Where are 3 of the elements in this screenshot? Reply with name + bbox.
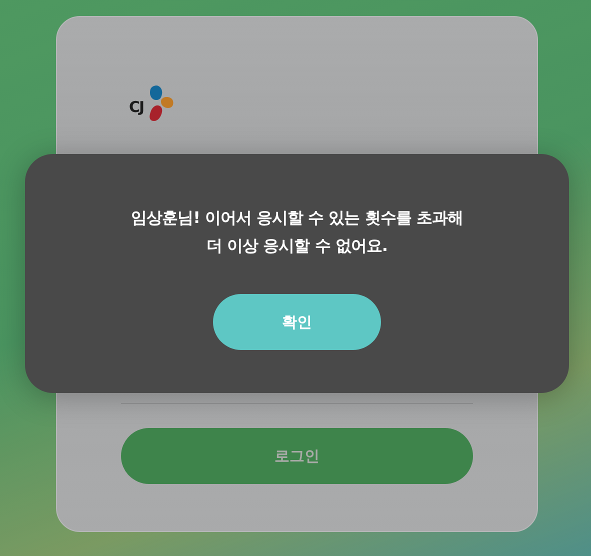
dialog-message: 임상훈님! 이어서 응시할 수 있는 횟수를 초과해 더 이상 응시할 수 없어요. bbox=[131, 207, 463, 257]
confirm-button[interactable]: 확인 bbox=[213, 294, 381, 350]
logo-text: CJ bbox=[129, 98, 144, 116]
